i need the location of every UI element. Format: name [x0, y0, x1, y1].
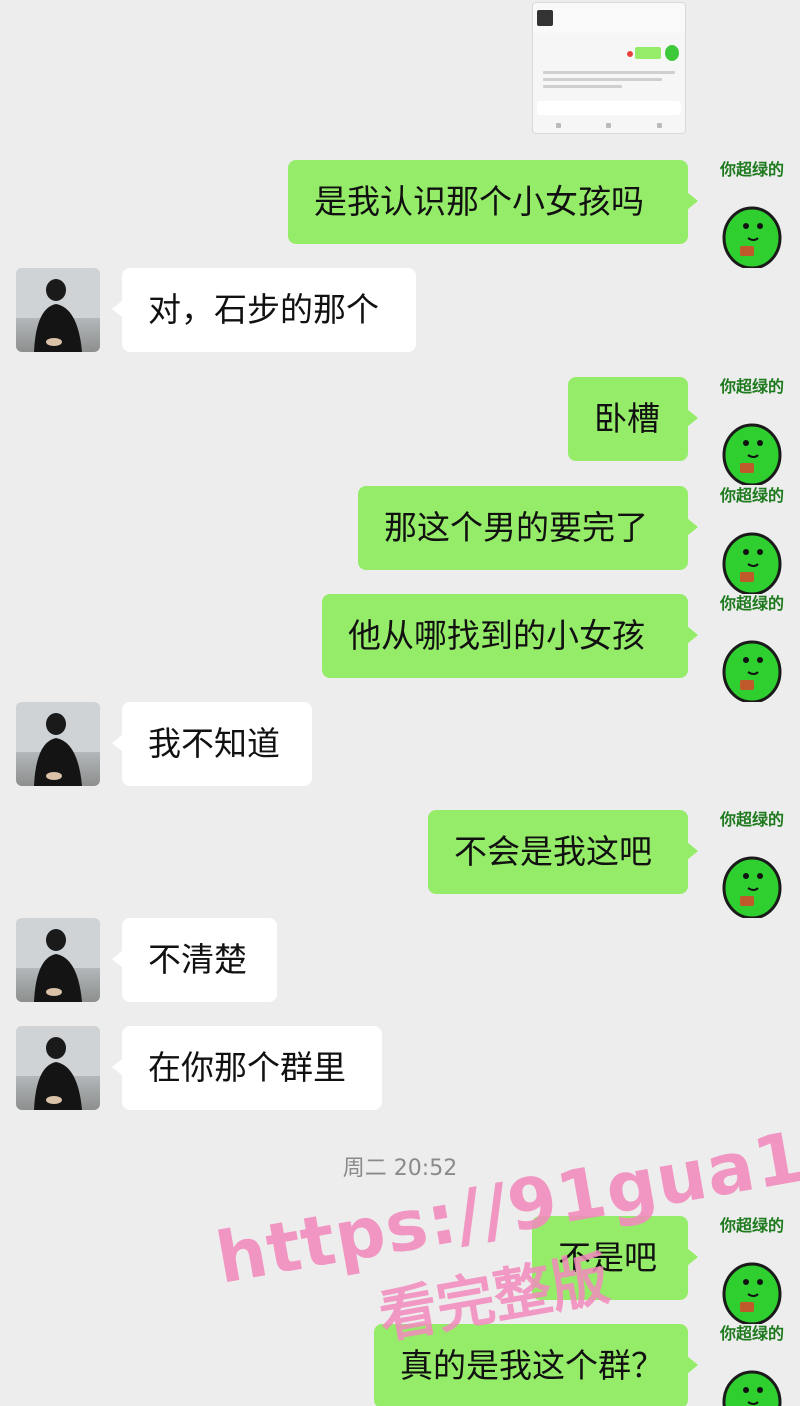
my-avatar-sticker[interactable]: 你超绿的 [710, 1324, 794, 1406]
my-avatar-sticker[interactable]: 你超绿的 [710, 594, 794, 706]
my-avatar-sticker[interactable]: 你超绿的 [710, 160, 794, 272]
my-avatar-sticker[interactable]: 你超绿的 [710, 377, 794, 489]
time-separator: 周二 20:52 [342, 1156, 458, 1181]
thumb-avatar [537, 10, 553, 26]
my-avatar-sticker[interactable]: 你超绿的 [710, 1216, 794, 1328]
green-blob-icon [722, 532, 782, 596]
thumb-sticker [665, 45, 679, 61]
contact-avatar[interactable] [16, 702, 100, 786]
contact-avatar[interactable] [16, 1026, 100, 1110]
green-blob-icon [722, 206, 782, 270]
my-avatar-sticker[interactable]: 你超绿的 [710, 486, 794, 598]
my-message-bubble[interactable]: 那这个男的要完了 [358, 486, 698, 570]
person-silhouette-icon [16, 1026, 100, 1110]
sticker-caption: 你超绿的 [719, 1216, 784, 1235]
thumb-text-lines [543, 71, 675, 92]
person-silhouette-icon [16, 918, 100, 1002]
green-blob-icon [722, 640, 782, 704]
contact-avatar[interactable] [16, 268, 100, 352]
green-blob-icon [722, 856, 782, 920]
sticker-caption: 你超绿的 [719, 1324, 784, 1343]
my-message-bubble[interactable]: 卧槽 [568, 377, 698, 461]
thumb-input-bar [537, 101, 681, 115]
thumb-nav-bar [533, 119, 685, 131]
thumb-red-dot [627, 51, 633, 57]
my-message-bubble[interactable]: 不会是我这吧 [428, 810, 698, 894]
thumb-header [533, 3, 685, 33]
sticker-caption: 你超绿的 [719, 486, 784, 505]
contact-message-bubble[interactable]: 在你那个群里 [112, 1026, 382, 1110]
my-message-bubble[interactable]: 真的是我这个群？ [374, 1324, 698, 1406]
my-message-bubble[interactable]: 不是吧 [532, 1216, 698, 1300]
person-silhouette-icon [16, 702, 100, 786]
green-blob-icon [722, 1370, 782, 1406]
contact-message-bubble[interactable]: 我不知道 [112, 702, 312, 786]
contact-message-bubble[interactable]: 不清楚 [112, 918, 277, 1002]
my-avatar-sticker[interactable]: 你超绿的 [710, 810, 794, 922]
sticker-caption: 你超绿的 [719, 594, 784, 613]
green-blob-icon [722, 423, 782, 487]
person-silhouette-icon [16, 268, 100, 352]
sticker-caption: 你超绿的 [719, 810, 784, 829]
my-message-bubble[interactable]: 是我认识那个小女孩吗 [288, 160, 698, 244]
green-blob-icon [722, 1262, 782, 1326]
my-message-bubble[interactable]: 他从哪找到的小女孩 [322, 594, 698, 678]
contact-message-bubble[interactable]: 对，石步的那个 [112, 268, 416, 352]
screenshot-image-message[interactable] [532, 2, 686, 134]
contact-avatar[interactable] [16, 918, 100, 1002]
sticker-caption: 你超绿的 [719, 377, 784, 396]
sticker-caption: 你超绿的 [719, 160, 784, 179]
thumb-green-bubble [635, 47, 661, 59]
